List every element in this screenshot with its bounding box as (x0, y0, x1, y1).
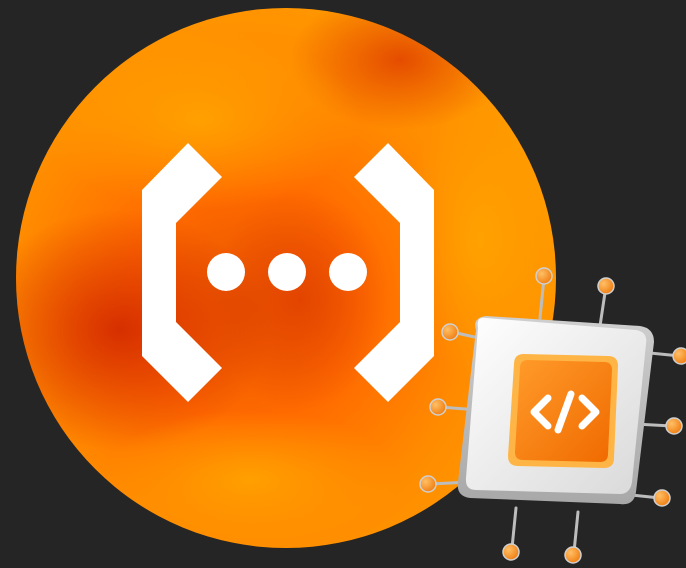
dot-1 (207, 253, 245, 291)
dot-3 (329, 253, 367, 291)
dot-2 (268, 253, 306, 291)
illustration-svg (16, 8, 686, 564)
illustration-canvas (0, 0, 686, 568)
